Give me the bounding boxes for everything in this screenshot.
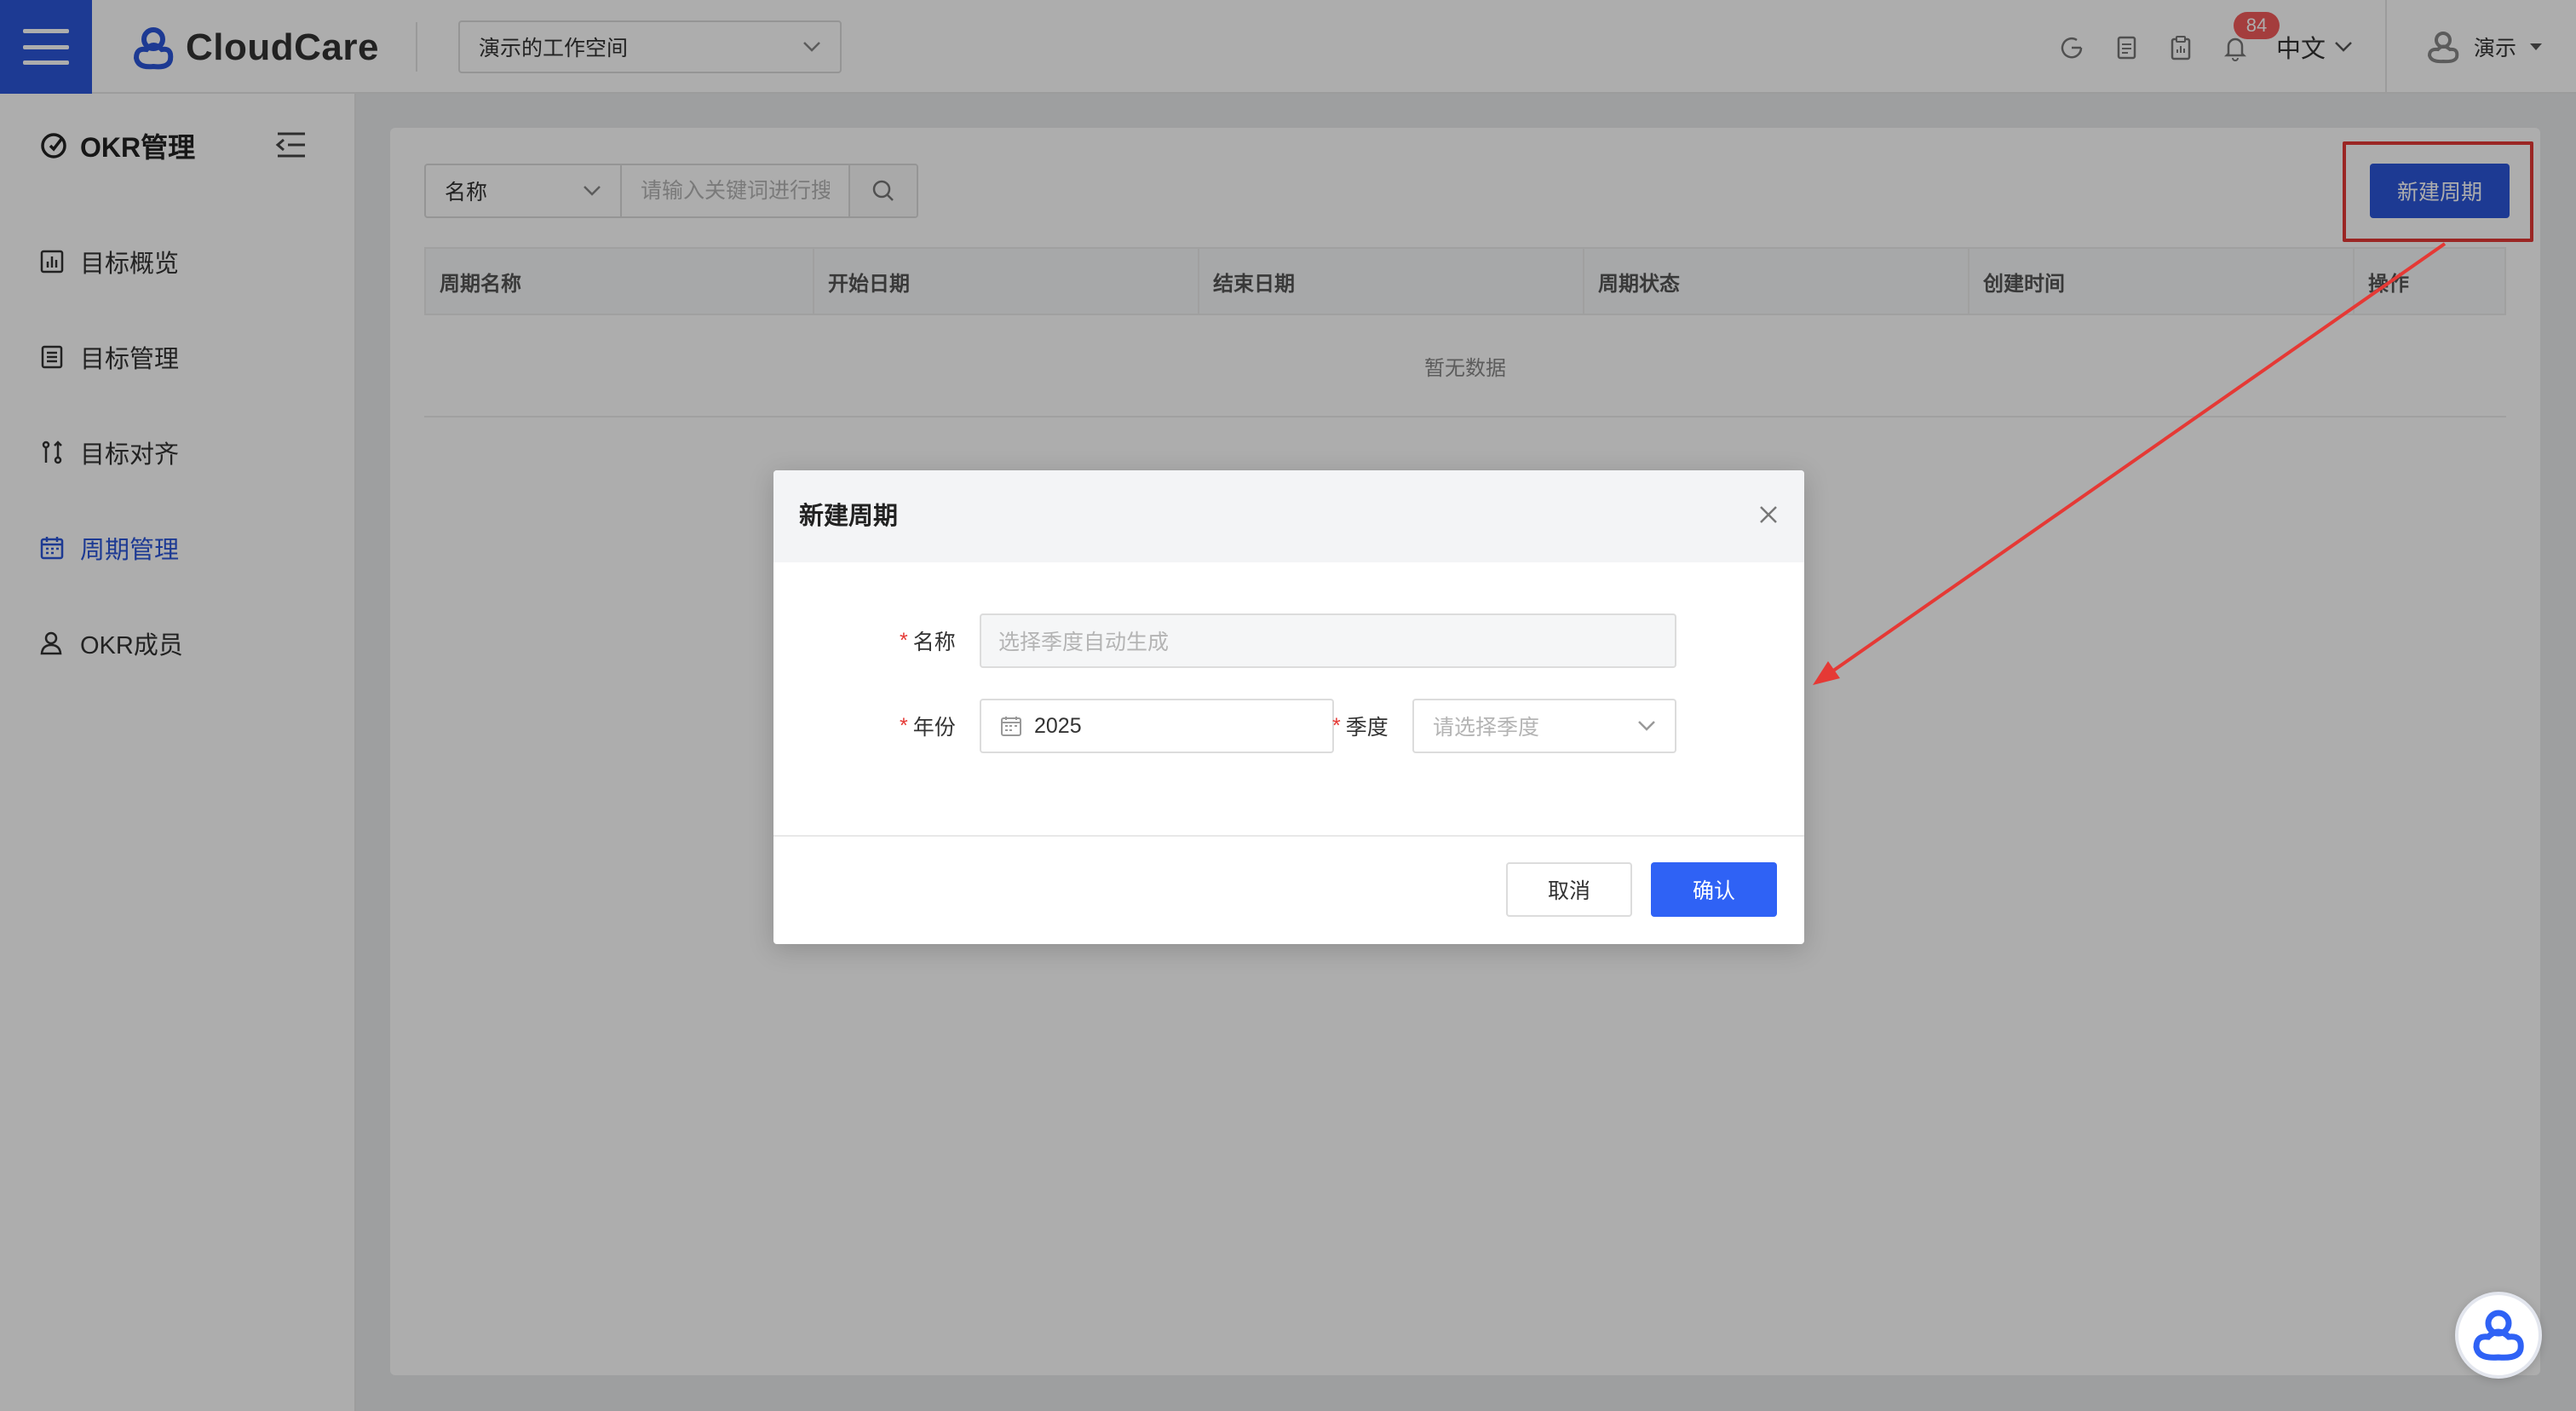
quarter-select[interactable]: 请选择季度	[1412, 699, 1676, 753]
floating-assistant-button[interactable]	[2455, 1292, 2542, 1379]
name-field-label: * 名称	[900, 625, 956, 656]
cancel-button[interactable]: 取消	[1506, 862, 1632, 917]
year-picker[interactable]: 2025	[980, 699, 1334, 753]
confirm-button[interactable]: 确认	[1651, 862, 1777, 917]
quarter-label: 季度	[1345, 716, 1389, 740]
new-cycle-dialog: 新建周期 * 名称 选择季度自动生成 * 年份 2025 * 季度 请选择季度 取消 …	[773, 470, 1804, 944]
name-placeholder: 选择季度自动生成	[998, 631, 1170, 654]
year-value: 2025	[1034, 713, 1082, 738]
quarter-field-label: * 季度	[1332, 711, 1389, 741]
required-mark: *	[900, 628, 908, 653]
close-icon[interactable]	[1750, 496, 1787, 533]
name-field: 选择季度自动生成	[980, 613, 1676, 668]
year-label: 年份	[912, 716, 956, 740]
dialog-footer-divider	[773, 835, 1804, 837]
required-mark: *	[900, 713, 908, 738]
name-label: 名称	[912, 631, 956, 654]
year-field-label: * 年份	[900, 711, 956, 741]
cloudcare-logo-icon	[2473, 1310, 2524, 1361]
dialog-header: 新建周期	[773, 470, 1804, 562]
chevron-down-icon	[1638, 721, 1655, 731]
quarter-placeholder: 请选择季度	[1433, 716, 1540, 740]
required-mark: *	[1332, 713, 1341, 738]
dialog-title: 新建周期	[799, 503, 899, 530]
calendar-icon	[1001, 717, 1021, 736]
